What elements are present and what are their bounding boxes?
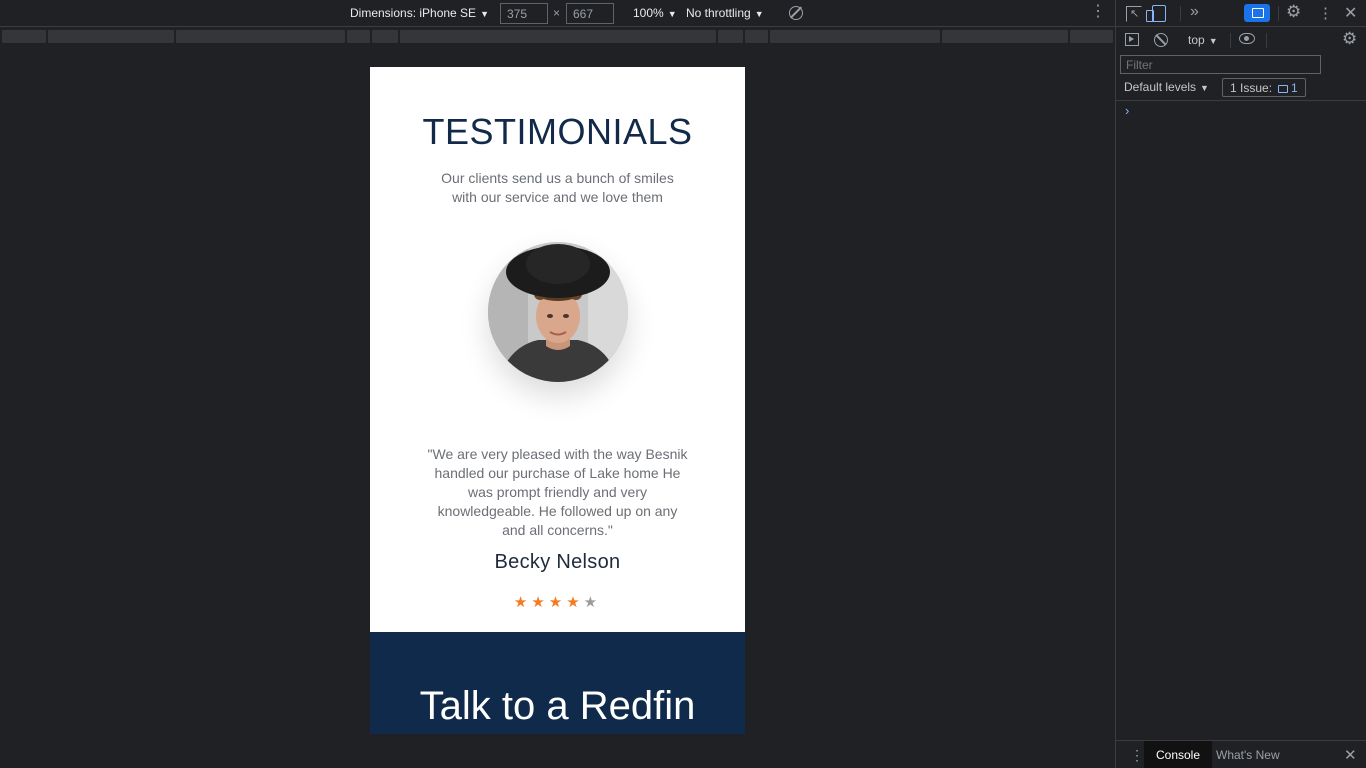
chevron-down-icon: ▼ bbox=[667, 9, 677, 19]
testimonial-quote: "We are very pleased with the way Besnik… bbox=[427, 446, 688, 538]
emulated-viewport: TESTIMONIALS Our clients send us a bunch… bbox=[370, 67, 745, 734]
console-prompt-icon[interactable]: › bbox=[1125, 103, 1129, 118]
star-filled-icon: ★ bbox=[548, 594, 567, 611]
messages-icon[interactable] bbox=[1244, 4, 1270, 22]
rotate-icon[interactable] bbox=[789, 6, 803, 20]
toggle-device-toolbar-icon[interactable] bbox=[1146, 5, 1166, 22]
console-filter-input[interactable] bbox=[1120, 55, 1321, 74]
throttling-label: No throttling bbox=[686, 6, 751, 20]
media-query-segment[interactable] bbox=[48, 30, 174, 43]
cta-section: Talk to a Redfin bbox=[370, 632, 745, 734]
media-query-segment[interactable] bbox=[718, 30, 743, 43]
tab-console[interactable]: Console bbox=[1144, 741, 1212, 768]
inspect-element-icon[interactable] bbox=[1126, 6, 1142, 22]
media-query-segment[interactable] bbox=[347, 30, 370, 43]
device-dimensions-label: Dimensions: iPhone SE bbox=[350, 6, 477, 20]
toolbar-divider bbox=[1278, 6, 1279, 21]
zoom-label: 100% bbox=[633, 6, 664, 20]
issues-button[interactable]: 1 Issue: 1 bbox=[1222, 78, 1306, 97]
media-query-segment[interactable] bbox=[745, 30, 768, 43]
clear-console-icon[interactable] bbox=[1154, 33, 1168, 47]
log-levels-label: Default levels bbox=[1124, 80, 1197, 94]
device-dimensions-dropdown[interactable]: Dimensions: iPhone SE ▼ bbox=[350, 6, 489, 20]
divider bbox=[1116, 100, 1366, 101]
toolbar-divider bbox=[1266, 33, 1267, 48]
chevron-down-icon: ▼ bbox=[1208, 36, 1218, 46]
log-levels-dropdown[interactable]: Default levels ▼ bbox=[1124, 80, 1209, 94]
chevron-down-icon: ▼ bbox=[1200, 83, 1209, 93]
close-drawer-icon[interactable]: ✕ bbox=[1344, 746, 1357, 764]
issues-count: 1 bbox=[1291, 81, 1298, 95]
chevron-down-icon: ▼ bbox=[754, 9, 764, 19]
chevron-down-icon: ▼ bbox=[480, 9, 489, 19]
page-title: TESTIMONIALS bbox=[422, 111, 693, 152]
context-label: top bbox=[1188, 33, 1205, 47]
star-filled-icon: ★ bbox=[566, 594, 584, 611]
media-query-segment[interactable] bbox=[942, 30, 1068, 43]
settings-gear-icon[interactable]: ⚙ bbox=[1286, 3, 1302, 20]
more-tabs-icon[interactable]: » bbox=[1190, 3, 1206, 20]
console-settings-gear-icon[interactable]: ⚙ bbox=[1342, 30, 1358, 47]
subtitle-line: Our clients send us a bunch of smiles bbox=[441, 170, 674, 186]
devtools-main-toolbar: » ⚙ ⋮ ✕ bbox=[1116, 0, 1366, 27]
device-width-input[interactable] bbox=[500, 3, 548, 24]
console-sidebar-icon[interactable] bbox=[1125, 33, 1139, 46]
zoom-dropdown[interactable]: 100% ▼ bbox=[633, 6, 677, 20]
star-filled-icon: ★ bbox=[513, 594, 532, 611]
console-toolbar: top ▼ ⚙ bbox=[1116, 27, 1366, 53]
customize-devtools-icon[interactable]: ⋮ bbox=[1318, 4, 1334, 22]
context-selector[interactable]: top ▼ bbox=[1188, 33, 1218, 47]
live-expression-eye-icon[interactable] bbox=[1239, 33, 1255, 44]
close-devtools-icon[interactable]: ✕ bbox=[1344, 3, 1360, 22]
testimonial-author: Becky Nelson bbox=[494, 551, 621, 573]
throttling-dropdown[interactable]: No throttling ▼ bbox=[686, 6, 764, 20]
devtools-panel: » ⚙ ⋮ ✕ top▼ ⚙ Default levels▼ 1 Issue:1… bbox=[1115, 0, 1366, 768]
testimonials-subtitle: Our clients send us a bunch of smiles wi… bbox=[432, 169, 683, 207]
subtitle-line: with our service and we love them bbox=[452, 189, 663, 205]
cta-title: Talk to a Redfin bbox=[419, 684, 696, 728]
issue-message-icon bbox=[1278, 85, 1289, 93]
devtools-drawer-tabbar: ⋮ Console What's New ✕ bbox=[1116, 740, 1366, 768]
star-rating: ★★★★★ bbox=[370, 593, 745, 611]
star-filled-icon: ★ bbox=[531, 594, 549, 611]
dimension-separator: × bbox=[553, 6, 561, 20]
star-empty-icon: ★ bbox=[583, 594, 602, 611]
avatar-photo bbox=[488, 242, 628, 382]
toolbar-divider bbox=[1230, 33, 1231, 48]
more-options-icon[interactable]: ⋮ bbox=[1090, 4, 1106, 20]
media-query-segment[interactable] bbox=[770, 30, 940, 43]
device-height-input[interactable] bbox=[566, 3, 614, 24]
toolbar-divider bbox=[1180, 6, 1181, 21]
device-toolbar: Dimensions: iPhone SE▼ × 100%▼ No thrott… bbox=[0, 0, 1115, 27]
media-query-segment[interactable] bbox=[1070, 30, 1113, 43]
media-query-segment[interactable] bbox=[372, 30, 398, 43]
media-query-bar bbox=[0, 28, 1115, 45]
tab-whats-new[interactable]: What's New bbox=[1216, 748, 1280, 762]
media-query-segment[interactable] bbox=[176, 30, 345, 43]
media-query-segment[interactable] bbox=[2, 30, 46, 43]
avatar bbox=[488, 242, 628, 382]
media-query-segment[interactable] bbox=[400, 30, 716, 43]
issues-label: 1 Issue: bbox=[1230, 81, 1273, 95]
drawer-menu-icon[interactable]: ⋮ bbox=[1130, 747, 1144, 764]
